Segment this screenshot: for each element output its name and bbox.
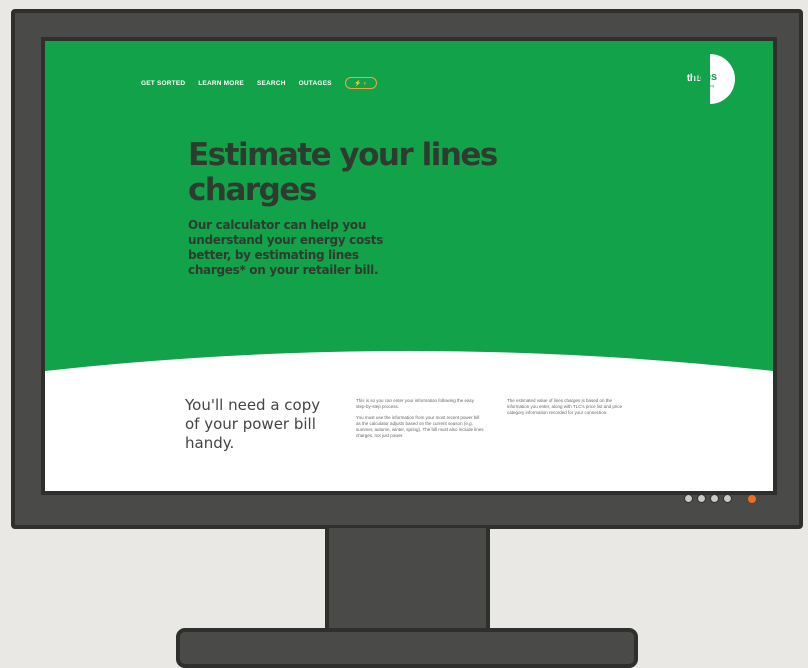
monitor-buttons [684,494,756,503]
info-column-1: This is so you can enter your informatio… [356,398,484,444]
monitor-neck [325,528,490,636]
power-bill-notice: You'll need a copy of your power bill ha… [185,396,321,452]
monitor-button-4[interactable] [723,494,732,503]
info-column-2: The estimated value of lines charges is … [507,398,635,421]
nav-learn-more[interactable]: LEARN MORE [198,80,244,87]
logo-word: lines [692,71,718,83]
power-led-icon [748,494,756,503]
monitor-button-2[interactable] [697,494,706,503]
nav-search[interactable]: SEARCH [257,80,286,87]
info-col1-para-1: This is so you can enter your informatio… [356,398,475,409]
nav-get-sorted[interactable]: GET SORTED [141,80,185,87]
nav-outages[interactable]: OUTAGES [299,80,332,87]
page-subtitle: Our calculator can help you understand y… [188,218,384,277]
monitor-button-3[interactable] [710,494,719,503]
monitor-button-1[interactable] [684,494,693,503]
toggle-switch-icon[interactable]: ⚡ ◐ [344,77,377,89]
lines-company-logo[interactable]: the lines company [669,54,735,104]
monitor-base [176,628,638,668]
logo-sub: company [700,84,715,88]
page-title: Estimate your lines charges [188,137,498,208]
info-col2-para-1: The estimated value of lines charges is … [507,398,623,415]
monitor-screen: GET SORTED LEARN MORE SEARCH OUTAGES ⚡ ◐… [41,37,777,495]
monitor-frame: GET SORTED LEARN MORE SEARCH OUTAGES ⚡ ◐… [11,9,803,529]
info-col1-para-2: You must use the information from your m… [356,415,484,438]
main-nav: GET SORTED LEARN MORE SEARCH OUTAGES ⚡ ◐ [141,77,377,89]
